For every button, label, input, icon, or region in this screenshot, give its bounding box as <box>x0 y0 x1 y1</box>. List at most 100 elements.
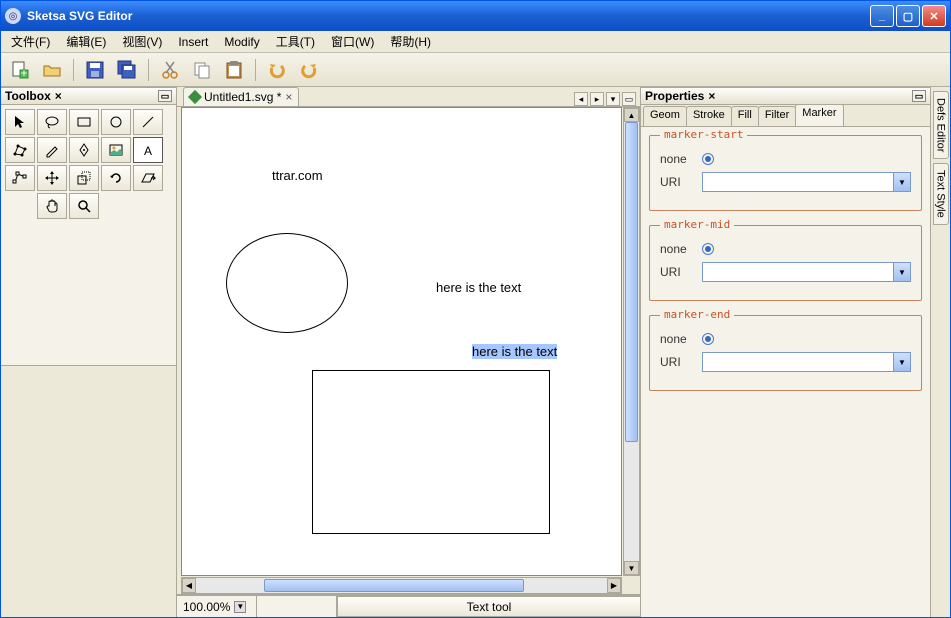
combo-uri-start[interactable]: ▼ <box>702 172 911 192</box>
statusbar: 100.00% ▼ Text tool <box>177 595 640 617</box>
scroll-down-icon[interactable]: ▼ <box>624 561 639 575</box>
ellipse-tool[interactable] <box>101 109 131 135</box>
rotate-tool[interactable] <box>101 165 131 191</box>
combo-dropdown-icon[interactable]: ▼ <box>893 353 910 371</box>
menubar: 文件(F) 编辑(E) 视图(V) Insert Modify 工具(T) 窗口… <box>1 31 950 53</box>
save-button[interactable] <box>82 57 108 83</box>
pointer-tool[interactable] <box>5 109 35 135</box>
menu-window[interactable]: 窗口(W) <box>325 31 380 52</box>
document-tab-close-icon[interactable]: × <box>285 90 292 104</box>
label-none-end: none <box>660 332 694 346</box>
paste-button[interactable] <box>221 57 247 83</box>
combo-uri-end[interactable]: ▼ <box>702 352 911 372</box>
scroll-right-icon[interactable]: ▶ <box>607 578 621 593</box>
tab-stroke[interactable]: Stroke <box>686 106 732 126</box>
radio-none-end[interactable] <box>702 333 714 345</box>
window-title: Sketsa SVG Editor <box>27 9 870 23</box>
canvas-text-2[interactable]: here is the text <box>436 280 521 295</box>
properties-body: marker-start none URI ▼ <box>641 127 930 617</box>
save-all-button[interactable] <box>114 57 140 83</box>
node-edit-tool[interactable] <box>5 165 35 191</box>
properties-minimize-icon[interactable]: ▭ <box>912 90 926 102</box>
canvas-text-3-selected[interactable]: here is the text <box>472 344 557 359</box>
lasso-tool[interactable] <box>37 109 67 135</box>
scroll-left-icon[interactable]: ◀ <box>182 578 196 593</box>
cut-button[interactable] <box>157 57 183 83</box>
status-cell-blank <box>257 596 337 617</box>
doc-nav-list[interactable]: ▾ <box>606 92 620 106</box>
canvas[interactable]: ttrar.com here is the text here is the t… <box>181 107 622 576</box>
tab-fill[interactable]: Fill <box>731 106 759 126</box>
close-button[interactable]: ✕ <box>922 5 946 27</box>
canvas-ellipse[interactable] <box>226 233 348 333</box>
text-tool[interactable]: A <box>133 137 163 163</box>
canvas-wrap: ttrar.com here is the text here is the t… <box>177 107 640 595</box>
redo-button[interactable] <box>296 57 322 83</box>
radio-none-start[interactable] <box>702 153 714 165</box>
toolbar-separator <box>73 59 74 81</box>
legend-marker-mid: marker-mid <box>660 218 734 231</box>
combo-dropdown-icon[interactable]: ▼ <box>893 173 910 191</box>
document-tab[interactable]: Untitled1.svg * × <box>183 87 299 106</box>
image-tool[interactable] <box>101 137 131 163</box>
combo-dropdown-icon[interactable]: ▼ <box>893 263 910 281</box>
menu-insert[interactable]: Insert <box>172 33 214 51</box>
side-tab-text-style[interactable]: Text Style <box>933 163 949 225</box>
canvas-rectangle[interactable] <box>312 370 550 534</box>
tab-marker[interactable]: Marker <box>795 104 843 126</box>
scale-tool[interactable] <box>69 165 99 191</box>
side-tab-defs[interactable]: Defs Editor <box>933 91 949 159</box>
tab-geom[interactable]: Geom <box>643 106 687 126</box>
right-panel: Properties × ▭ Geom Stroke Fill Filter M… <box>640 87 950 617</box>
zoom-level[interactable]: 100.00% ▼ <box>177 596 257 617</box>
toolbox-title: Toolbox <box>5 89 51 103</box>
doc-nav-next[interactable]: ▸ <box>590 92 604 106</box>
pencil-tool[interactable] <box>37 137 67 163</box>
doc-nav-prev[interactable]: ◂ <box>574 92 588 106</box>
toolbox-close-icon[interactable]: × <box>55 89 62 103</box>
zoom-tool[interactable] <box>69 193 99 219</box>
move-tool[interactable] <box>37 165 67 191</box>
menu-edit[interactable]: 编辑(E) <box>60 31 112 52</box>
horizontal-scrollbar[interactable]: ◀ ▶ <box>181 577 622 594</box>
undo-button[interactable] <box>264 57 290 83</box>
titlebar: ◎ Sketsa SVG Editor _ ▢ ✕ <box>1 1 950 31</box>
menu-view[interactable]: 视图(V) <box>116 31 168 52</box>
polygon-tool[interactable] <box>5 137 35 163</box>
properties-close-icon[interactable]: × <box>708 89 715 103</box>
document-tab-label: Untitled1.svg * <box>204 90 281 104</box>
line-tool[interactable] <box>133 109 163 135</box>
maximize-button[interactable]: ▢ <box>896 5 920 27</box>
scroll-up-icon[interactable]: ▲ <box>624 108 639 122</box>
radio-none-mid[interactable] <box>702 243 714 255</box>
menu-file[interactable]: 文件(F) <box>5 31 56 52</box>
canvas-text-1[interactable]: ttrar.com <box>272 168 323 183</box>
legend-marker-start: marker-start <box>660 128 747 141</box>
side-tabs: Defs Editor Text Style <box>930 87 950 617</box>
toolbar-separator <box>255 59 256 81</box>
vertical-scrollbar[interactable]: ▲ ▼ <box>623 107 640 576</box>
new-file-button[interactable]: + <box>7 57 33 83</box>
copy-button[interactable] <box>189 57 215 83</box>
toolbox-minimize-icon[interactable]: ▭ <box>158 90 172 102</box>
pen-tool[interactable] <box>69 137 99 163</box>
shear-tool[interactable] <box>133 165 163 191</box>
minimize-button[interactable]: _ <box>870 5 894 27</box>
svg-text:A: A <box>144 144 152 158</box>
label-uri-mid: URI <box>660 265 694 279</box>
tab-filter[interactable]: Filter <box>758 106 796 126</box>
menu-modify[interactable]: Modify <box>218 33 265 51</box>
open-file-button[interactable] <box>39 57 65 83</box>
horizontal-scroll-thumb[interactable] <box>264 579 524 592</box>
rectangle-tool[interactable] <box>69 109 99 135</box>
zoom-value: 100.00% <box>183 600 230 614</box>
menu-tools[interactable]: 工具(T) <box>270 31 321 52</box>
vertical-scroll-thumb[interactable] <box>625 122 638 442</box>
doc-nav-maximize[interactable]: ▭ <box>622 92 636 106</box>
group-marker-mid: marker-mid none URI ▼ <box>649 225 922 301</box>
document-nav: ◂ ▸ ▾ ▭ <box>574 92 640 106</box>
menu-help[interactable]: 帮助(H) <box>384 31 437 52</box>
zoom-dropdown-icon[interactable]: ▼ <box>234 601 246 613</box>
pan-tool[interactable] <box>37 193 67 219</box>
combo-uri-mid[interactable]: ▼ <box>702 262 911 282</box>
